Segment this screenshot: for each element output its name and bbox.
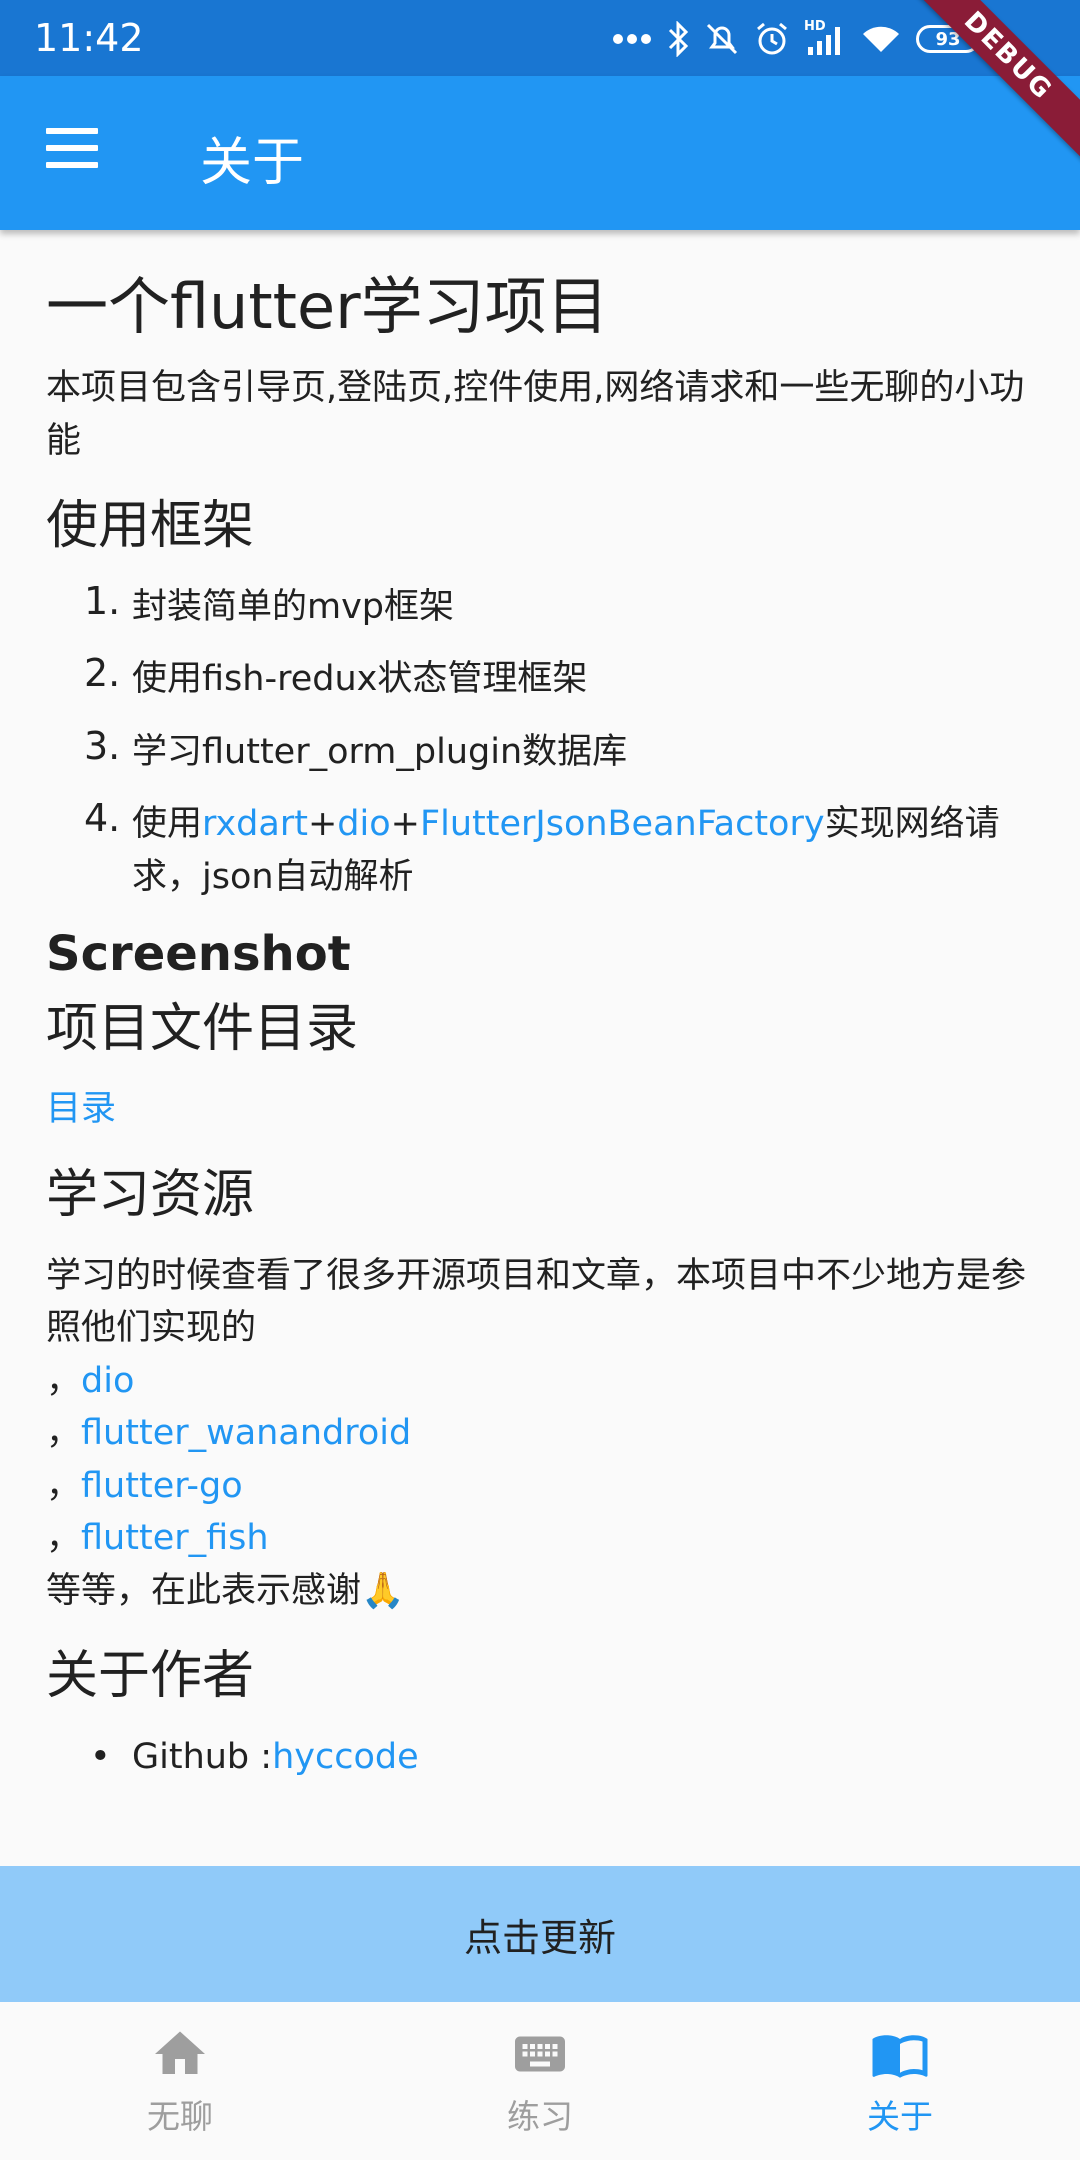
framework-list: 1. 封装简单的mvp框架 2. 使用fish-redux状态管理框架 3. 学习fl… bbox=[46, 579, 1026, 904]
files-link[interactable]: 目录 bbox=[46, 1083, 1026, 1136]
list-item: 3. 学习flutter_orm_plugin数据库 bbox=[84, 724, 1026, 779]
plus-sign: + bbox=[390, 804, 420, 845]
more-dots-icon bbox=[613, 34, 651, 44]
flutter-go-link[interactable]: flutter-go bbox=[81, 1466, 243, 1506]
status-bar: 11:42 HD 93 bbox=[0, 0, 1080, 76]
separator: ， bbox=[46, 1413, 82, 1454]
flutter-wanandroid-link[interactable]: flutter_wanandroid bbox=[81, 1413, 411, 1453]
author-list: • Github :hyccode bbox=[46, 1731, 1026, 1784]
bottom-navigation: 无聊 练习 关于 bbox=[0, 2002, 1080, 2160]
rxdart-link[interactable]: rxdart bbox=[202, 804, 308, 844]
resources-text: 学习的时候查看了很多开源项目和文章，本项目中不少地方是参照他们实现的 bbox=[46, 1255, 1027, 1349]
framework-heading: 使用框架 bbox=[46, 496, 255, 557]
nav-label: 无聊 bbox=[147, 2097, 213, 2136]
thanks-text: 等等，在此表示感谢🙏 bbox=[46, 1570, 405, 1611]
plus-sign: + bbox=[307, 804, 338, 845]
files-heading: 项目文件目录 bbox=[46, 998, 359, 1059]
screenshot-heading: Screenshot bbox=[46, 926, 351, 983]
list-item-text: 使用fish-redux状态管理框架 bbox=[132, 659, 588, 700]
nav-item-wuliao[interactable]: 无聊 bbox=[0, 2002, 360, 2160]
bullet-icon: • bbox=[90, 1736, 111, 1777]
nav-item-lianxi[interactable]: 练习 bbox=[360, 2002, 720, 2160]
author-label: Github : bbox=[132, 1736, 273, 1777]
list-number: 4. bbox=[84, 796, 121, 841]
separator: ， bbox=[46, 1465, 82, 1506]
markdown-content: 一个flutter学习项目 本项目包含引导页,登陆页,控件使用,网络请求和一些无… bbox=[46, 270, 1026, 1783]
resources-heading: 学习资源 bbox=[46, 1164, 255, 1225]
nav-item-guanyu[interactable]: 关于 bbox=[720, 2002, 1080, 2160]
separator: ， bbox=[46, 1518, 82, 1559]
home-icon bbox=[155, 2031, 205, 2074]
update-button[interactable]: 点击更新 bbox=[0, 1866, 1080, 2002]
list-item: 1. 封装简单的mvp框架 bbox=[84, 579, 1026, 634]
flutter-fish-link[interactable]: flutter_fish bbox=[81, 1518, 269, 1558]
status-icons: HD 93 bbox=[612, 14, 980, 64]
resource-link-row: ，dio bbox=[46, 1355, 1026, 1408]
author-heading: 关于作者 bbox=[46, 1646, 255, 1707]
project-title: 一个flutter学习项目 bbox=[46, 270, 609, 343]
list-number: 1. bbox=[84, 578, 121, 623]
menu-icon[interactable] bbox=[46, 128, 104, 178]
resource-link-row: ，flutter-go bbox=[46, 1460, 1026, 1513]
page-title: 关于 bbox=[200, 133, 305, 193]
flutter-json-bean-factory-link[interactable]: FlutterJsonBeanFactory bbox=[420, 804, 825, 844]
list-item-text: 封装简单的mvp框架 bbox=[132, 586, 455, 627]
resource-link-row: ，flutter_fish bbox=[46, 1512, 1026, 1565]
status-time: 11:42 bbox=[34, 16, 144, 60]
signal-icon: HD bbox=[804, 19, 846, 57]
list-item: • Github :hyccode bbox=[90, 1731, 1026, 1784]
separator: ， bbox=[46, 1360, 82, 1401]
dio-resource-link[interactable]: dio bbox=[81, 1361, 134, 1401]
intro-text: 本项目包含引导页,登陆页,控件使用,网络请求和一些无聊的小功能 bbox=[46, 368, 1025, 461]
list-item: 2. 使用fish-redux状态管理框架 bbox=[84, 651, 1026, 706]
alarm-icon bbox=[757, 22, 787, 55]
wifi-icon bbox=[863, 26, 899, 52]
dio-link[interactable]: dio bbox=[337, 804, 390, 844]
nav-label: 练习 bbox=[507, 2097, 573, 2136]
bluetooth-icon bbox=[668, 21, 689, 57]
list-number: 2. bbox=[84, 651, 121, 696]
nav-label: 关于 bbox=[867, 2097, 933, 2136]
author-github-link[interactable]: hyccode bbox=[272, 1737, 419, 1777]
bell-off-icon bbox=[706, 23, 738, 55]
app-bar: 关于 bbox=[0, 76, 1080, 230]
list-number: 3. bbox=[84, 723, 121, 768]
keyboard-icon bbox=[515, 2036, 565, 2072]
resource-link-row: ，flutter_wanandroid bbox=[46, 1407, 1026, 1460]
book-icon bbox=[872, 2035, 928, 2078]
list-item: 4. 使用rxdart+dio+FlutterJsonBeanFactory实现网… bbox=[84, 796, 1026, 903]
list-item-text: 学习flutter_orm_plugin数据库 bbox=[132, 731, 628, 772]
list-item-prefix: 使用 bbox=[132, 804, 203, 845]
